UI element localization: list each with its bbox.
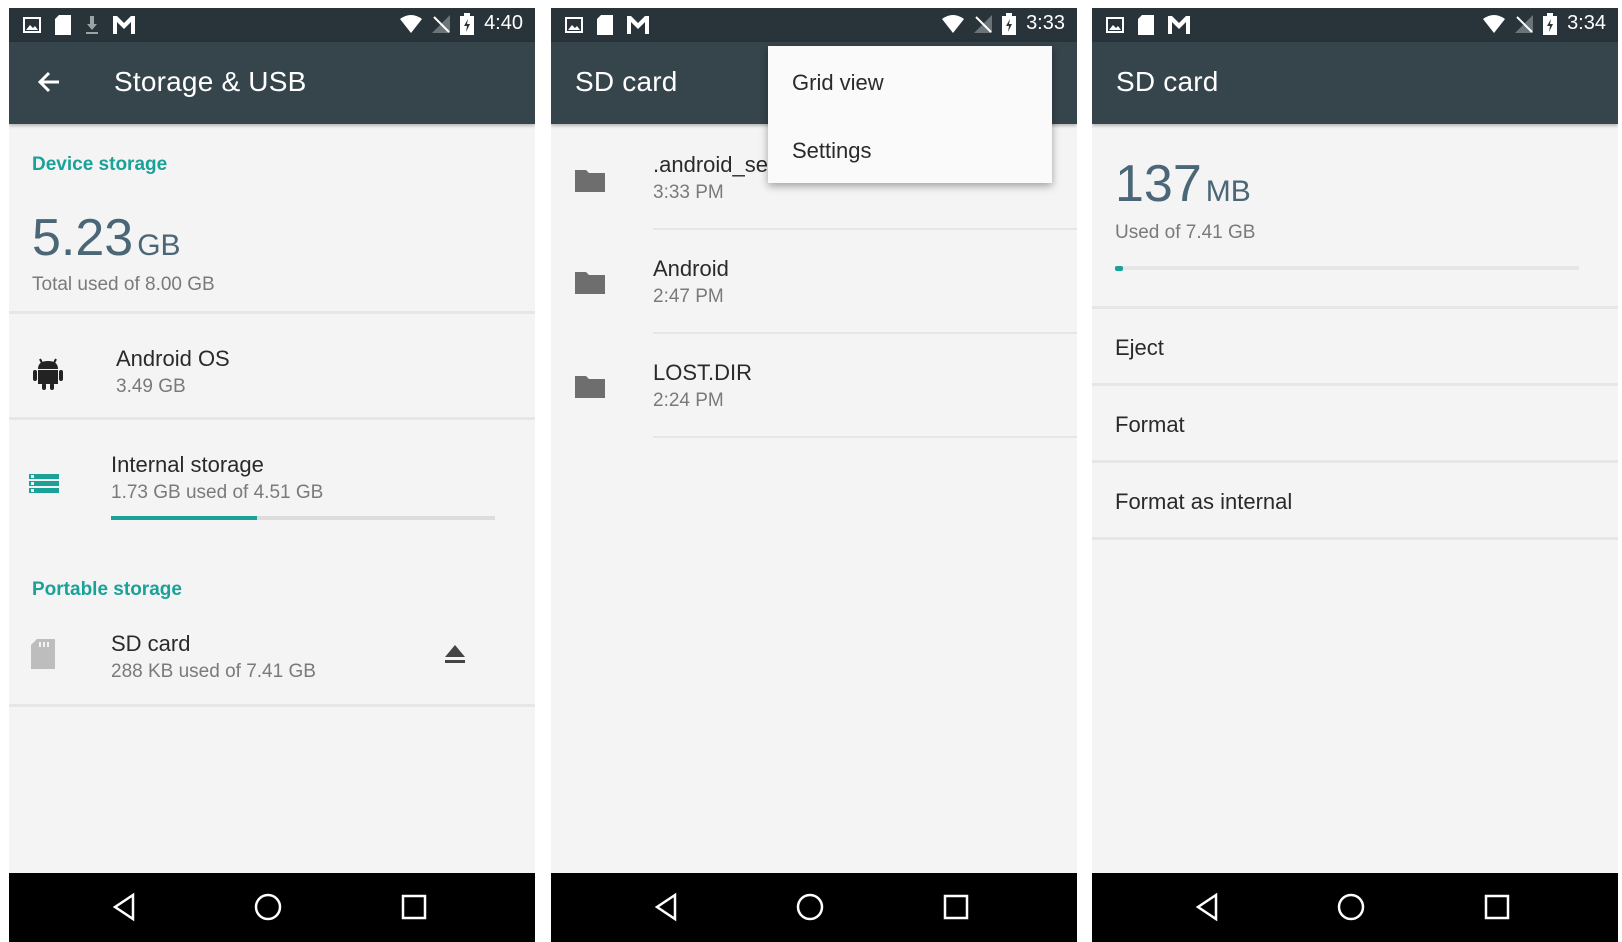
wifi-icon bbox=[942, 14, 965, 33]
sd-card-notification-icon bbox=[55, 15, 71, 35]
battery-charging-icon bbox=[1543, 12, 1558, 35]
battery-charging-icon bbox=[1002, 12, 1017, 35]
menu-item-grid-view[interactable]: Grid view bbox=[792, 70, 884, 96]
status-time: 4:40 bbox=[484, 12, 523, 34]
sd-card-usage-progress bbox=[1115, 266, 1579, 271]
used-unit: GB bbox=[137, 229, 181, 262]
no-signal-icon bbox=[1515, 14, 1534, 33]
used-unit: MB bbox=[1205, 175, 1251, 208]
file-time: 2:47 PM bbox=[653, 286, 724, 307]
action-label: Eject bbox=[1115, 335, 1164, 360]
navigation-bar bbox=[1092, 873, 1618, 942]
divider bbox=[653, 436, 1077, 438]
wifi-icon bbox=[1483, 14, 1506, 33]
item-title: Android OS bbox=[116, 346, 230, 371]
item-title: SD card bbox=[111, 631, 191, 656]
gmail-notification-icon bbox=[113, 16, 135, 34]
action-label: Format as internal bbox=[1115, 489, 1293, 514]
action-label: Format bbox=[1115, 412, 1185, 437]
file-row[interactable]: Android 2:47 PM bbox=[551, 230, 1077, 332]
used-value: 5.23 bbox=[32, 209, 134, 267]
file-name: LOST.DIR bbox=[653, 360, 753, 385]
item-subtitle: 3.49 GB bbox=[116, 376, 186, 397]
overflow-menu: Grid view Settings bbox=[768, 46, 1052, 183]
storage-content: Device storage 5.23 GB Total used of 8.00… bbox=[9, 124, 535, 873]
nav-home-icon[interactable] bbox=[1335, 891, 1367, 923]
file-name: .android_sec bbox=[653, 152, 779, 177]
storage-icon bbox=[29, 474, 59, 493]
divider bbox=[1092, 537, 1618, 540]
progress-fill bbox=[1115, 266, 1124, 271]
status-bar: 3:34 bbox=[1092, 8, 1618, 42]
action-format-as-internal[interactable]: Format as internal bbox=[1092, 463, 1618, 537]
status-bar: 3:33 bbox=[551, 8, 1077, 42]
download-notification-icon bbox=[86, 16, 98, 34]
no-signal-icon bbox=[432, 14, 451, 33]
status-time: 3:34 bbox=[1567, 12, 1606, 34]
sd-card-settings-screen: 3:34 SD card 137 MB Used of 7.41 GB Eject… bbox=[1092, 8, 1618, 942]
status-bar: 4:40 bbox=[9, 8, 535, 42]
nav-home-icon[interactable] bbox=[794, 891, 826, 923]
file-time: 3:33 PM bbox=[653, 182, 724, 203]
page-title: SD card bbox=[1116, 66, 1219, 97]
item-subtitle: 1.73 GB used of 4.51 GB bbox=[111, 482, 324, 503]
back-arrow-icon[interactable] bbox=[33, 64, 65, 100]
sd-card-details: 137 MB Used of 7.41 GB Eject Format Forma… bbox=[1092, 124, 1618, 873]
portable-storage-header: Portable storage bbox=[32, 579, 182, 600]
android-icon bbox=[33, 358, 63, 390]
nav-back-icon[interactable] bbox=[1192, 891, 1224, 923]
divider bbox=[9, 704, 535, 707]
eject-icon[interactable] bbox=[444, 643, 466, 665]
progress-fill bbox=[111, 516, 257, 520]
image-notification-icon bbox=[23, 17, 41, 33]
image-notification-icon bbox=[1106, 17, 1124, 33]
nav-recents-icon[interactable] bbox=[940, 891, 972, 923]
file-row[interactable]: LOST.DIR 2:24 PM bbox=[551, 334, 1077, 436]
battery-charging-icon bbox=[460, 12, 475, 35]
storage-item-internal[interactable]: Internal storage 1.73 GB used of 4.51 GB bbox=[9, 420, 535, 540]
page-title: Storage & USB bbox=[114, 66, 307, 97]
navigation-bar bbox=[9, 873, 535, 942]
file-list: .android_sec 3:33 PM Android 2:47 PM LOS… bbox=[551, 124, 1077, 873]
nav-recents-icon[interactable] bbox=[1481, 891, 1513, 923]
sd-card-notification-icon bbox=[1138, 15, 1154, 35]
nav-back-icon[interactable] bbox=[651, 891, 683, 923]
page-title: SD card bbox=[575, 66, 678, 97]
storage-usb-screen: 4:40 Storage & USB Device storage 5.23 GB… bbox=[9, 8, 535, 942]
storage-item-sd-card[interactable]: SD card 288 KB used of 7.41 GB bbox=[9, 609, 535, 701]
item-title: Internal storage bbox=[111, 452, 264, 477]
app-bar: Storage & USB bbox=[9, 42, 535, 124]
device-storage-header: Device storage bbox=[32, 154, 168, 175]
item-subtitle: 288 KB used of 7.41 GB bbox=[111, 661, 316, 682]
sd-card-notification-icon bbox=[597, 15, 613, 35]
nav-recents-icon[interactable] bbox=[398, 891, 430, 923]
internal-storage-progress bbox=[111, 516, 495, 520]
folder-icon bbox=[575, 376, 605, 398]
sd-card-files-screen: 3:33 SD card Grid view Settings .android… bbox=[551, 8, 1077, 942]
status-time: 3:33 bbox=[1026, 12, 1065, 34]
sd-card-used: 137 MB bbox=[1115, 154, 1251, 214]
wifi-icon bbox=[400, 14, 423, 33]
gmail-notification-icon bbox=[1168, 16, 1190, 34]
file-name: Android bbox=[653, 256, 729, 281]
gmail-notification-icon bbox=[627, 16, 649, 34]
app-bar: SD card bbox=[1092, 42, 1618, 124]
nav-back-icon[interactable] bbox=[109, 891, 141, 923]
folder-icon bbox=[575, 170, 605, 192]
image-notification-icon bbox=[565, 17, 583, 33]
sd-card-used-subtitle: Used of 7.41 GB bbox=[1115, 222, 1256, 243]
menu-item-settings[interactable]: Settings bbox=[792, 138, 872, 164]
file-time: 2:24 PM bbox=[653, 390, 724, 411]
no-signal-icon bbox=[974, 14, 993, 33]
navigation-bar bbox=[551, 873, 1077, 942]
action-eject[interactable]: Eject bbox=[1092, 309, 1618, 383]
device-storage-subtitle: Total used of 8.00 GB bbox=[32, 274, 215, 295]
device-storage-used: 5.23 GB bbox=[32, 208, 181, 268]
nav-home-icon[interactable] bbox=[252, 891, 284, 923]
storage-item-android-os[interactable]: Android OS 3.49 GB bbox=[9, 314, 535, 417]
action-format[interactable]: Format bbox=[1092, 386, 1618, 460]
used-value: 137 bbox=[1115, 155, 1202, 213]
folder-icon bbox=[575, 272, 605, 294]
sd-card-icon bbox=[31, 639, 55, 669]
